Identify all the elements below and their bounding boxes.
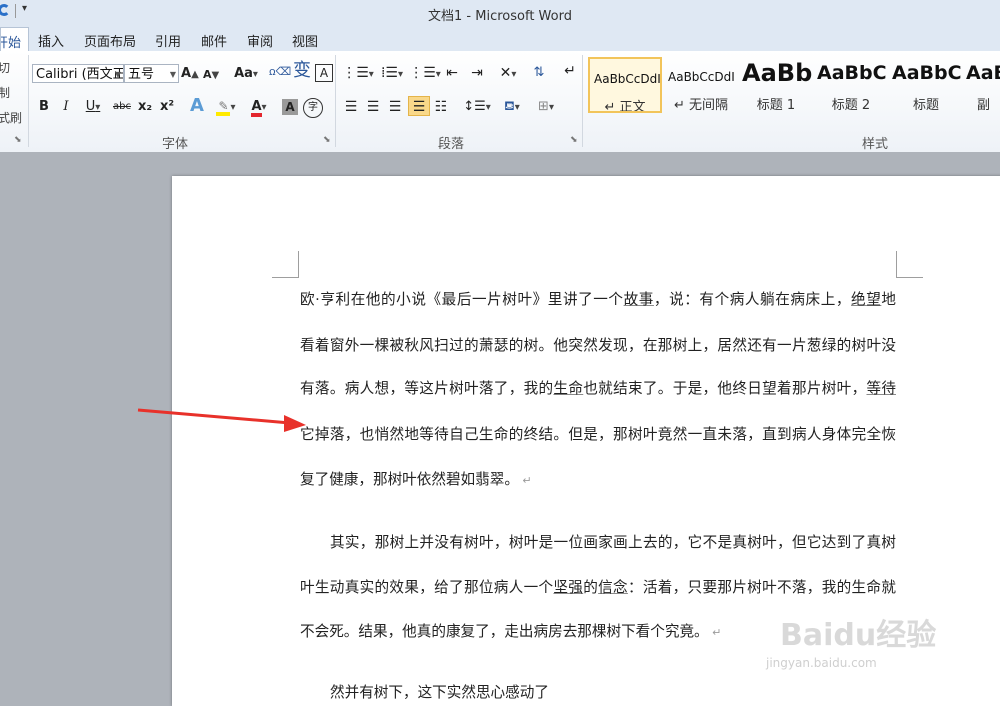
annotation-arrow: [137, 408, 306, 432]
watermark-brand: Baidu经验: [780, 618, 937, 653]
watermark-url: jingyan.baidu.com: [766, 656, 877, 670]
